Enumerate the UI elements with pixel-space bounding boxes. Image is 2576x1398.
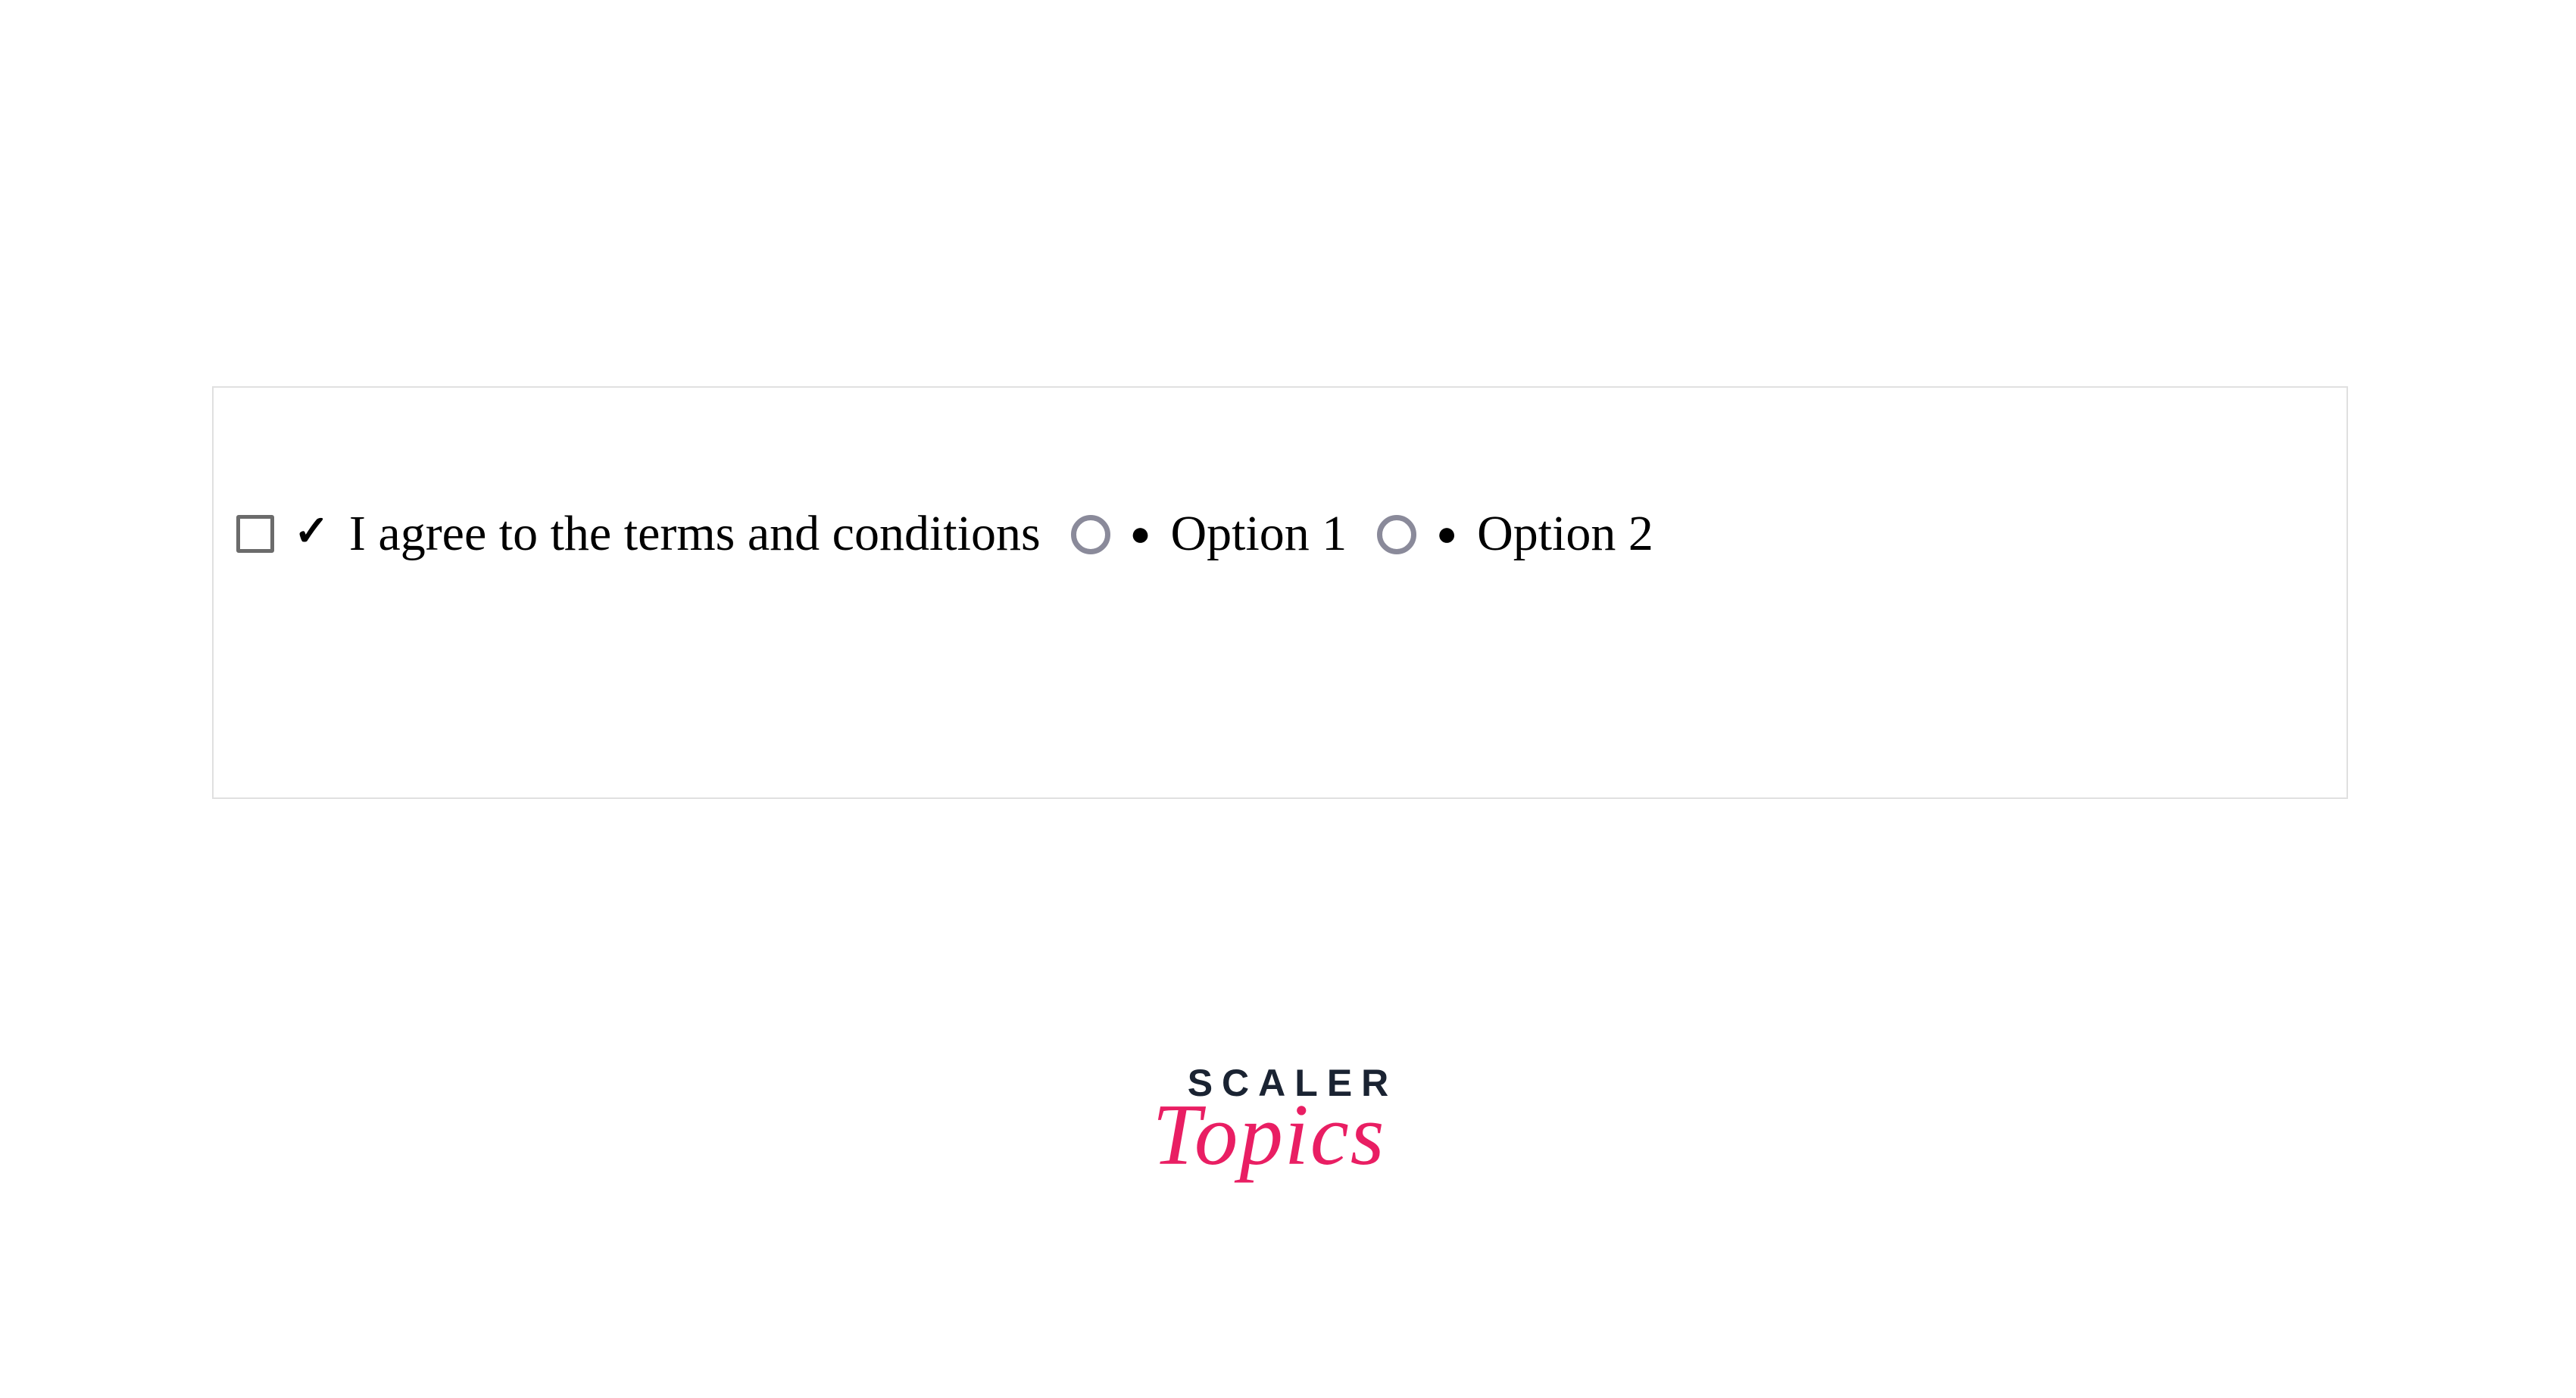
- radio-option-2[interactable]: [1377, 515, 1416, 554]
- dot-icon: ●: [1436, 516, 1457, 551]
- agree-checkbox[interactable]: [236, 515, 274, 553]
- radio-label-2: Option 2: [1477, 509, 1653, 559]
- radio-label-1: Option 1: [1170, 509, 1347, 559]
- dot-icon: ●: [1130, 516, 1151, 551]
- radio-option-1[interactable]: [1071, 515, 1110, 554]
- scaler-topics-logo: SCALER Topics: [1179, 1064, 1398, 1172]
- check-icon: ✓: [294, 510, 329, 553]
- logo-line-2: Topics: [1141, 1098, 1398, 1172]
- form-container: ✓ I agree to the terms and conditions ● …: [212, 386, 2348, 799]
- checkbox-label: I agree to the terms and conditions: [349, 509, 1041, 559]
